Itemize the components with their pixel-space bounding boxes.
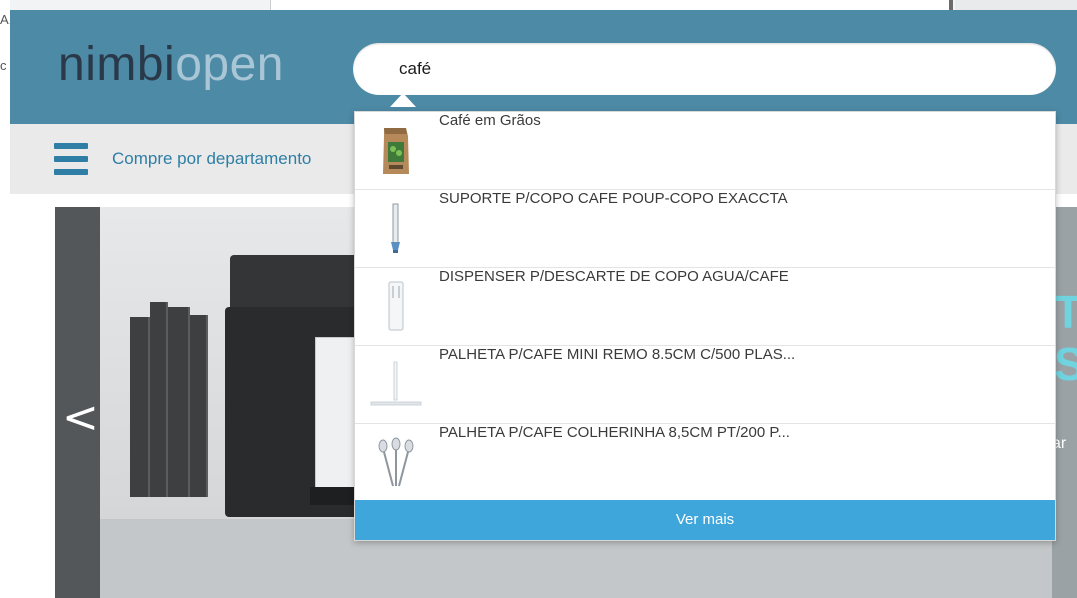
suggestion-item[interactable]: Café em Grãos — [355, 112, 1055, 190]
stirrer-icon — [369, 356, 423, 412]
suggestion-label: PALHETA P/CAFE MINI REMO 8.5CM C/500 PLA… — [439, 346, 796, 363]
suggestion-item[interactable]: PALHETA P/CAFE COLHERINHA 8,5CM PT/200 P… — [355, 424, 1055, 502]
background-address-bar — [270, 0, 953, 10]
search-input[interactable] — [399, 57, 999, 81]
search-dropdown-pointer — [390, 93, 416, 107]
background-left-page: A, c — [0, 0, 12, 598]
suggestion-item[interactable]: PALHETA P/CAFE MINI REMO 8.5CM C/500 PLA… — [355, 346, 1055, 424]
hamburger-menu-icon[interactable] — [54, 142, 88, 176]
suggestion-item[interactable]: SUPORTE P/COPO CAFE POUP-COPO EXACCTA — [355, 190, 1055, 268]
logo-dark-text: nimbi — [58, 38, 176, 91]
suggestion-item[interactable]: DISPENSER P/DESCARTE DE COPO AGUA/CAFE — [355, 268, 1055, 346]
banner-text-fragment: T — [1054, 286, 1077, 338]
suggestion-label: PALHETA P/CAFE COLHERINHA 8,5CM PT/200 P… — [439, 424, 790, 441]
see-more-button[interactable]: Ver mais — [355, 500, 1055, 540]
banner-text-fragment: S — [1054, 338, 1077, 390]
spoons-icon — [369, 434, 423, 490]
background-top-strip — [0, 0, 1077, 10]
cup-holder-icon — [369, 200, 423, 256]
suggestion-label: SUPORTE P/COPO CAFE POUP-COPO EXACCTA — [439, 190, 788, 207]
search-box[interactable] — [353, 43, 1056, 95]
department-menu-link[interactable]: Compre por departamento — [112, 149, 311, 169]
suggestion-label: Café em Grãos — [439, 112, 541, 129]
banner-prev-arrow-icon[interactable]: < — [62, 396, 99, 440]
background-side-panel — [955, 0, 1077, 10]
suggestion-label: DISPENSER P/DESCARTE DE COPO AGUA/CAFE — [439, 268, 789, 285]
coffee-bag-icon — [369, 122, 423, 178]
search-suggestions-dropdown: Café em Grãos SUPORTE P/COPO CAFE POUP-C… — [354, 111, 1056, 541]
logo-light-text: open — [175, 38, 284, 91]
nimbi-open-logo[interactable]: nimbiopen — [58, 40, 284, 90]
background-text-fragment: c — [0, 58, 7, 73]
cup-dispenser-icon — [369, 278, 423, 334]
